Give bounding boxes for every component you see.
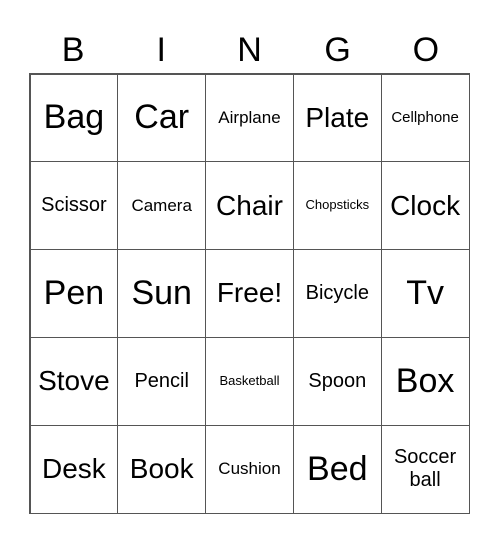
free-space-cell: Free! bbox=[205, 249, 294, 338]
bingo-header: B I N G O bbox=[29, 28, 470, 72]
bingo-cell: Book bbox=[117, 424, 207, 514]
header-letter-i: I bbox=[156, 31, 166, 69]
bingo-cell: Soccer ball bbox=[380, 424, 470, 514]
bingo-cell: Chopsticks bbox=[292, 161, 382, 251]
bingo-cell: Cushion bbox=[205, 424, 294, 514]
bingo-cell: Spoon bbox=[292, 336, 382, 426]
bingo-cell: Cellphone bbox=[380, 73, 470, 163]
bingo-cell: Bag bbox=[29, 73, 119, 163]
bingo-cell: Tv bbox=[380, 249, 470, 338]
bingo-cell: Desk bbox=[29, 424, 119, 514]
header-letter-n: N bbox=[237, 31, 262, 69]
bingo-cell: Bicycle bbox=[292, 249, 382, 338]
bingo-cell: Airplane bbox=[205, 73, 294, 163]
bingo-cell: Box bbox=[380, 336, 470, 426]
bingo-cell: Scissor bbox=[29, 161, 119, 251]
bingo-cell: Clock bbox=[380, 161, 470, 251]
header-letter-b: B bbox=[61, 31, 85, 69]
bingo-cell: Sun bbox=[117, 249, 207, 338]
bingo-cell: Pencil bbox=[117, 336, 207, 426]
bingo-cell: Pen bbox=[29, 249, 119, 338]
header-letter-g: G bbox=[324, 31, 351, 69]
bingo-cell: Chair bbox=[205, 161, 294, 251]
bingo-cell: Car bbox=[117, 73, 207, 163]
header-letter-o: O bbox=[412, 31, 440, 69]
bingo-cell: Plate bbox=[292, 73, 382, 163]
bingo-cell: Basketball bbox=[205, 336, 294, 426]
bingo-cell: Camera bbox=[117, 161, 207, 251]
bingo-grid: Bag Car Airplane Plate Cellphone Scissor… bbox=[29, 73, 470, 514]
bingo-cell: Bed bbox=[292, 424, 382, 514]
bingo-cell: Stove bbox=[29, 336, 119, 426]
